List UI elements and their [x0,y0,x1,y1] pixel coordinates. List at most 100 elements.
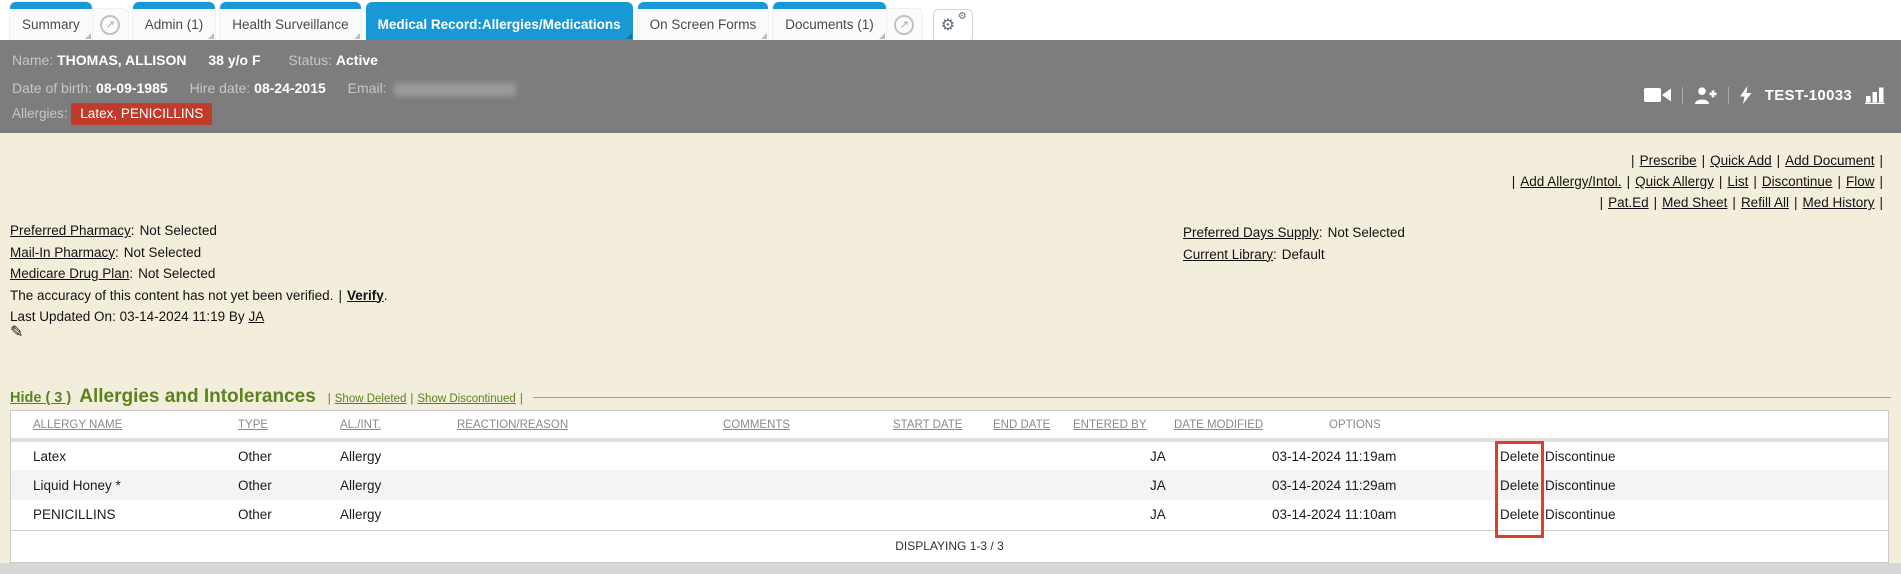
table-row-liquid-honey: Liquid Honey * Other Allergy JA 03-14-20… [11,470,1888,500]
prescribe-link[interactable]: Prescribe [1640,153,1697,168]
med-sheet-link[interactable]: Med Sheet [1662,195,1727,210]
separator [1832,174,1846,189]
column-header-type[interactable]: TYPE [238,411,340,440]
section-title: Allergies and Intolerances [79,386,316,408]
last-updated-user-link[interactable]: JA [248,309,264,324]
tab-medical-record-allergies-medications[interactable]: Medical Record:Allergies/Medications [366,2,633,40]
preferred-pharmacy-value: Not Selected [140,223,217,238]
discontinue-link[interactable]: Discontinue [1545,478,1616,493]
type-cell: Other [238,440,340,470]
delete-link[interactable]: Delete [1500,449,1539,464]
add-document-link[interactable]: Add Document [1785,153,1874,168]
tab-on-screen-forms[interactable]: On Screen Forms [638,2,769,40]
column-header-options: OPTIONS [1329,411,1888,440]
tab-label: Summary [22,17,80,32]
separator [1697,153,1711,168]
add-allergy-intol-link[interactable]: Add Allergy/Intol. [1520,174,1621,189]
entered-by-cell: JA [1073,440,1174,470]
column-header-end-date[interactable]: END DATE [993,411,1073,440]
options-cell: Delete Discontinue [1329,500,1888,530]
date-modified-cell: 03-14-2024 11:19am [1174,440,1329,470]
separator [1649,195,1663,210]
medicare-drug-plan-link[interactable]: Medicare Drug Plan [10,266,129,281]
mail-in-pharmacy-link[interactable]: Mail-In Pharmacy [10,245,115,260]
tab-label: Medical Record:Allergies/Medications [378,17,621,32]
discontinue-link[interactable]: Discontinue [1762,174,1833,189]
tab-health-surveillance[interactable]: Health Surveillance [220,2,360,40]
column-header-al-int[interactable]: AL./INT. [340,411,457,440]
open-new-window-icon: ↗ [894,15,914,35]
summary-popout-button[interactable]: ↗ [92,9,128,40]
horizontal-scrollbar[interactable] [0,563,1901,574]
current-library-link[interactable]: Current Library [1183,247,1273,262]
entered-by-cell: JA [1073,500,1174,530]
allergies-badge[interactable]: Latex, PENICILLINS [71,103,212,125]
al-int-cell: Allergy [340,500,457,530]
verify-link[interactable]: Verify [347,288,384,303]
accuracy-row: The accuracy of this content has not yet… [10,285,388,307]
documents-popout-button[interactable]: ↗ [886,9,922,40]
lightning-bolt-icon[interactable] [1740,86,1752,104]
show-deleted-link[interactable]: Show Deleted [335,393,407,405]
gear-icon: ⚙ [941,17,955,33]
colon [1319,225,1323,240]
add-person-icon[interactable] [1694,87,1717,104]
delete-link[interactable]: Delete [1500,478,1539,493]
patient-header-bar: Name: THOMAS, ALLISON 38 y/o F Status: A… [0,40,1901,133]
pat-ed-link[interactable]: Pat.Ed [1608,195,1649,210]
patient-hire-date: 08-24-2015 [254,80,326,96]
hide-section-link[interactable]: Hide ( 3 ) [10,390,71,406]
med-history-link[interactable]: Med History [1802,195,1874,210]
preferred-days-supply-link[interactable]: Preferred Days Supply [1183,225,1319,240]
date-modified-cell: 03-14-2024 11:29am [1174,470,1329,500]
colon [1273,247,1277,262]
patient-age-sex: 38 y/o F [208,52,260,68]
preferred-pharmacy-link[interactable]: Preferred Pharmacy [10,223,131,238]
list-link[interactable]: List [1727,174,1748,189]
preferred-days-supply-row: Preferred Days Supply Not Selected [1183,222,1405,244]
gear-icon-small: ⚙ [958,12,967,22]
type-cell: Other [238,500,340,530]
column-header-reaction-reason[interactable]: REACTION/REASON [457,411,723,440]
colon [129,266,133,281]
column-header-allergy-name[interactable]: ALLERGY NAME [11,411,238,440]
patient-details-row: Date of birth: 08-09-1985 Hire date: 08-… [12,73,1889,103]
column-header-date-modified[interactable]: DATE MODIFIED [1174,411,1329,440]
bar-chart-icon[interactable] [1865,87,1887,104]
tab-label: Admin (1) [145,17,204,32]
preferred-days-supply-value: Not Selected [1328,225,1405,240]
tab-documents[interactable]: Documents (1) [773,2,886,40]
tab-admin[interactable]: Admin (1) [133,2,216,40]
start-date-cell [893,470,993,500]
delete-link[interactable]: Delete [1500,507,1539,522]
video-camera-icon[interactable] [1644,87,1671,103]
column-header-comments[interactable]: COMMENTS [723,411,893,440]
quick-allergy-link[interactable]: Quick Allergy [1635,174,1714,189]
discontinue-link[interactable]: Discontinue [1545,507,1616,522]
last-updated-text: Last Updated On: 03-14-2024 11:19 By [10,309,245,324]
last-updated-row: Last Updated On: 03-14-2024 11:19 By JA [10,306,388,328]
flow-link[interactable]: Flow [1846,174,1875,189]
column-header-entered-by[interactable]: ENTERED BY [1073,411,1174,440]
show-discontinued-link[interactable]: Show Discontinued [417,393,515,405]
entered-by-cell: JA [1073,470,1174,500]
table-row-latex: Latex Other Allergy JA 03-14-2024 11:19a… [11,440,1888,470]
mail-in-pharmacy-value: Not Selected [124,245,201,260]
settings-button[interactable]: ⚙ ⚙ [933,9,973,42]
allergies-table: ALLERGY NAME TYPE AL./INT. REACTION/REAS… [10,410,1889,563]
supply-info-block: Preferred Days Supply Not Selected Curren… [1183,222,1405,265]
patient-allergies-row: Allergies: Latex, PENICILLINS [12,103,1889,125]
allergies-section-header: Hide ( 3 ) Allergies and Intolerances Sh… [10,386,1891,408]
date-modified-cell: 03-14-2024 11:10am [1174,500,1329,530]
edit-pencil-icon[interactable]: ✎ [10,322,23,341]
quick-add-link[interactable]: Quick Add [1710,153,1772,168]
options-cell: Delete Discontinue [1329,440,1888,470]
status-label: Status: [288,52,332,68]
refill-all-link[interactable]: Refill All [1741,195,1789,210]
column-header-start-date[interactable]: START DATE [893,411,993,440]
options-cell: Delete Discontinue [1329,470,1888,500]
reaction-cell [457,500,723,530]
action-links-row-2: Add Allergy/Intol. Quick Allergy List Disco… [1507,171,1888,192]
tab-summary[interactable]: Summary [10,2,92,40]
discontinue-link[interactable]: Discontinue [1545,449,1616,464]
